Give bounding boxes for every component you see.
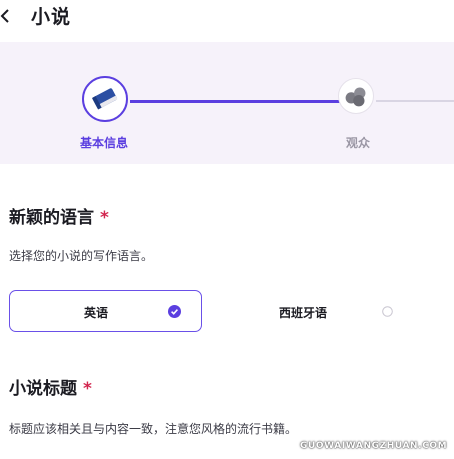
- radio-circle-icon: [382, 306, 393, 317]
- required-mark: *: [100, 208, 109, 228]
- language-section-description: 选择您的小说的写作语言。: [9, 249, 154, 263]
- language-option-spanish[interactable]: 西班牙语: [210, 290, 406, 332]
- stepper-progress-line: [130, 100, 341, 103]
- required-mark: *: [83, 379, 92, 399]
- progress-stepper: 基本信息 观众: [0, 42, 454, 164]
- check-circle-icon: [168, 305, 181, 318]
- stepper-remaining-line: [376, 100, 454, 102]
- audience-icon: [345, 87, 366, 107]
- language-section-title: 新颖的语言 *: [9, 208, 109, 228]
- language-option-english[interactable]: 英语: [9, 290, 202, 332]
- watermark: GUOWAIWANGZHUAN.COM: [300, 441, 448, 451]
- book-icon: [92, 88, 118, 110]
- step-basic-info[interactable]: [82, 76, 128, 122]
- option-label: 英语: [84, 306, 109, 320]
- page-title: 小说: [31, 6, 72, 28]
- option-label: 西班牙语: [279, 306, 328, 320]
- back-arrow-icon[interactable]: [0, 8, 10, 24]
- novel-title-description: 标题应该相关且与内容一致，注意您风格的流行书籍。: [9, 422, 298, 436]
- top-bar: 小说: [0, 0, 454, 40]
- novel-title-section-title: 小说标题 *: [9, 379, 92, 399]
- step-label-basic-info: 基本信息: [80, 136, 129, 150]
- step-audience[interactable]: [338, 78, 374, 114]
- step-label-audience: 观众: [346, 136, 371, 150]
